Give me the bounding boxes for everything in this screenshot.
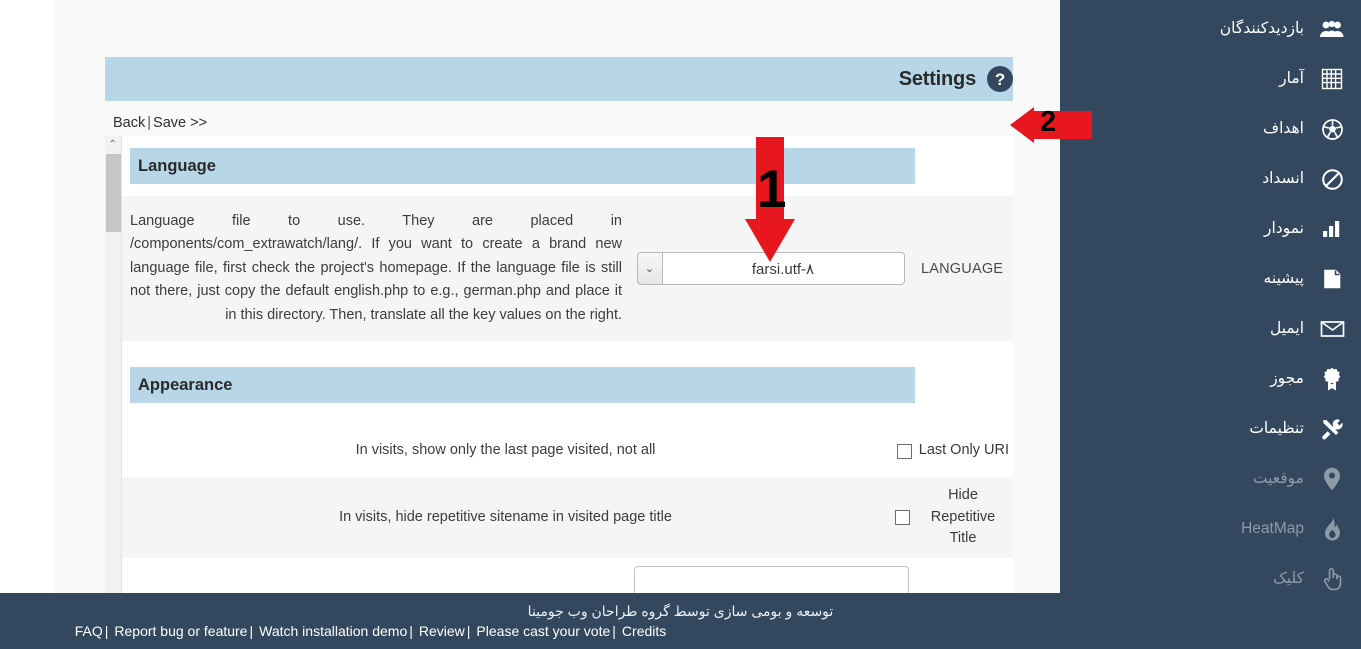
sidebar-item-label: اهداف xyxy=(1263,120,1304,138)
language-setting-row: LANGUAGE ⌄ farsi.utf-۸ Language file to … xyxy=(122,196,1013,342)
vertical-scrollbar[interactable]: ⌃ xyxy=(105,136,122,593)
sidebar-item-stats[interactable]: آمار xyxy=(1060,54,1361,104)
sidebar-item-blocking[interactable]: انسداد xyxy=(1060,154,1361,204)
help-icon[interactable]: ? xyxy=(987,66,1013,92)
footer-link-faq[interactable]: FAQ xyxy=(75,623,103,639)
appearance-section: Appearance xyxy=(122,367,1013,404)
hide-repetitive-title-checkbox[interactable] xyxy=(895,510,910,526)
appearance-section-band: Appearance xyxy=(130,367,915,404)
hide-repetitive-title-description: In visits, hide repetitive sitename in v… xyxy=(339,508,672,525)
footer-link-installation-demo[interactable]: Watch installation demo xyxy=(259,623,407,639)
spacer-after-appearance-band xyxy=(122,403,1013,426)
scroll-up-arrow-icon[interactable]: ⌃ xyxy=(105,136,121,153)
page-title: Settings xyxy=(898,67,976,90)
annotation-arrow-1-head xyxy=(745,219,795,262)
sidebar-item-label: تنظیمات xyxy=(1249,420,1304,438)
hide-repetitive-title-control-cell: Hide Repetitive Title xyxy=(887,477,1013,558)
spacer-after-language-band xyxy=(122,184,1013,196)
spacer-between-sections xyxy=(122,341,1013,368)
settings-header-band: ? Settings xyxy=(105,57,1013,101)
grid-stats-icon xyxy=(1317,64,1347,94)
footer-sep: | xyxy=(249,623,254,639)
app-root: ? Settings Back | Save >> ⌃ Language LANGU… xyxy=(0,0,1361,649)
sidebar-item-label: HeatMap xyxy=(1241,520,1304,538)
toolbar: Back | Save >> xyxy=(105,115,1013,131)
sidebar-item-label: کلیک xyxy=(1272,570,1304,588)
footer: توسعه و بومی سازی توسط گروه طراحان وب جو… xyxy=(0,593,1361,649)
annotation-number-1: 1 xyxy=(757,160,787,219)
users-icon xyxy=(1317,14,1347,44)
last-only-uri-control-cell: Last Only URI xyxy=(887,432,1013,470)
sidebar-item-label: موقعیت xyxy=(1252,470,1304,488)
book-icon xyxy=(1317,264,1347,294)
save-link[interactable]: Save >> xyxy=(153,115,207,131)
toolbar-separator: | xyxy=(147,115,152,131)
last-only-uri-cluster: Last Only URI xyxy=(891,440,1009,462)
language-section-band: Language xyxy=(130,148,915,184)
footer-links: FAQ | Report bug or feature | Watch instal… xyxy=(75,623,1287,639)
footer-link-credits[interactable]: Credits xyxy=(622,623,666,639)
appearance-section-title: Appearance xyxy=(138,375,233,394)
language-section-title: Language xyxy=(138,156,216,175)
sidebar-item-label: انسداد xyxy=(1262,170,1304,188)
footer-sep: | xyxy=(466,623,471,639)
footer-credit-persian: توسعه و بومی سازی توسط گروه طراحان وب جو… xyxy=(527,603,834,619)
sidebar-item-label: آمار xyxy=(1279,70,1304,88)
sidebar: بازدیدکنندگان آمار اهداف انسداد نمودار پ… xyxy=(1060,0,1361,593)
sidebar-item-visitors[interactable]: بازدیدکنندگان xyxy=(1060,4,1361,54)
pointing-hand-icon xyxy=(1317,564,1347,594)
chevron-down-icon[interactable]: ⌄ xyxy=(636,252,662,286)
setting-row-partial xyxy=(122,558,1013,593)
sidebar-item-history[interactable]: پیشینه xyxy=(1060,254,1361,304)
bar-chart-icon xyxy=(1317,214,1347,244)
goal-ball-icon xyxy=(1317,114,1347,144)
back-link[interactable]: Back xyxy=(113,115,145,131)
sidebar-item-label: بازدیدکنندگان xyxy=(1219,20,1304,38)
language-description: Language file to use. They are placed in… xyxy=(130,213,622,323)
language-section: Language xyxy=(122,136,1013,184)
sidebar-item-goals[interactable]: اهداف xyxy=(1060,104,1361,154)
last-only-uri-description: In visits, show only the last page visit… xyxy=(355,442,656,459)
setting-row-hide-repetitive-title: Hide Repetitive Title In visits, hide re… xyxy=(122,476,1013,559)
award-ribbon-icon xyxy=(1317,364,1347,394)
footer-link-report-bug[interactable]: Report bug or feature xyxy=(114,623,247,639)
sidebar-item-email[interactable]: ایمیل xyxy=(1060,304,1361,354)
hide-repetitive-title-cluster: Hide Repetitive Title xyxy=(891,485,1009,550)
flame-icon xyxy=(1317,514,1347,544)
footer-sep: | xyxy=(104,623,109,639)
footer-sep: | xyxy=(612,623,616,639)
sidebar-item-label: نمودار xyxy=(1264,220,1304,238)
sidebar-item-label: مجوز xyxy=(1270,370,1304,388)
left-margin xyxy=(0,0,55,593)
sidebar-item-heatmap[interactable]: HeatMap xyxy=(1060,504,1361,554)
hide-repetitive-title-label: Hide Repetitive Title xyxy=(930,486,996,547)
scrollbar-thumb[interactable] xyxy=(106,154,121,232)
sidebar-item-location[interactable]: موقعیت xyxy=(1060,454,1361,504)
annotation-arrow-2-head xyxy=(1010,107,1034,143)
sidebar-item-license[interactable]: مجوز xyxy=(1060,354,1361,404)
footer-sep: | xyxy=(409,623,413,639)
footer-link-cast-vote[interactable]: Please cast your vote xyxy=(476,623,610,639)
language-field-label: LANGUAGE xyxy=(921,260,1004,277)
partial-text-input[interactable] xyxy=(634,566,909,593)
sidebar-item-chart[interactable]: نمودار xyxy=(1060,204,1361,254)
last-only-uri-checkbox[interactable] xyxy=(896,443,912,459)
settings-content: Language LANGUAGE ⌄ farsi.utf-۸ Language… xyxy=(122,136,1013,593)
envelope-icon xyxy=(1317,314,1347,344)
annotation-number-2: 2 xyxy=(1040,106,1057,138)
sidebar-item-label: ایمیل xyxy=(1270,320,1304,338)
settings-scroll-pane: ⌃ Language LANGUAGE ⌄ farsi.utf-۸ Langua… xyxy=(105,136,1013,593)
block-icon xyxy=(1317,164,1347,194)
sidebar-item-label: پیشینه xyxy=(1263,270,1304,288)
footer-link-review[interactable]: Review xyxy=(419,623,465,639)
sidebar-item-settings[interactable]: تنظیمات xyxy=(1060,404,1361,454)
map-pin-icon xyxy=(1317,464,1347,494)
last-only-uri-label: Last Only URI xyxy=(918,442,1009,459)
tools-icon xyxy=(1317,414,1347,444)
setting-row-last-only-uri: Last Only URI In visits, show only the l… xyxy=(122,425,1013,477)
